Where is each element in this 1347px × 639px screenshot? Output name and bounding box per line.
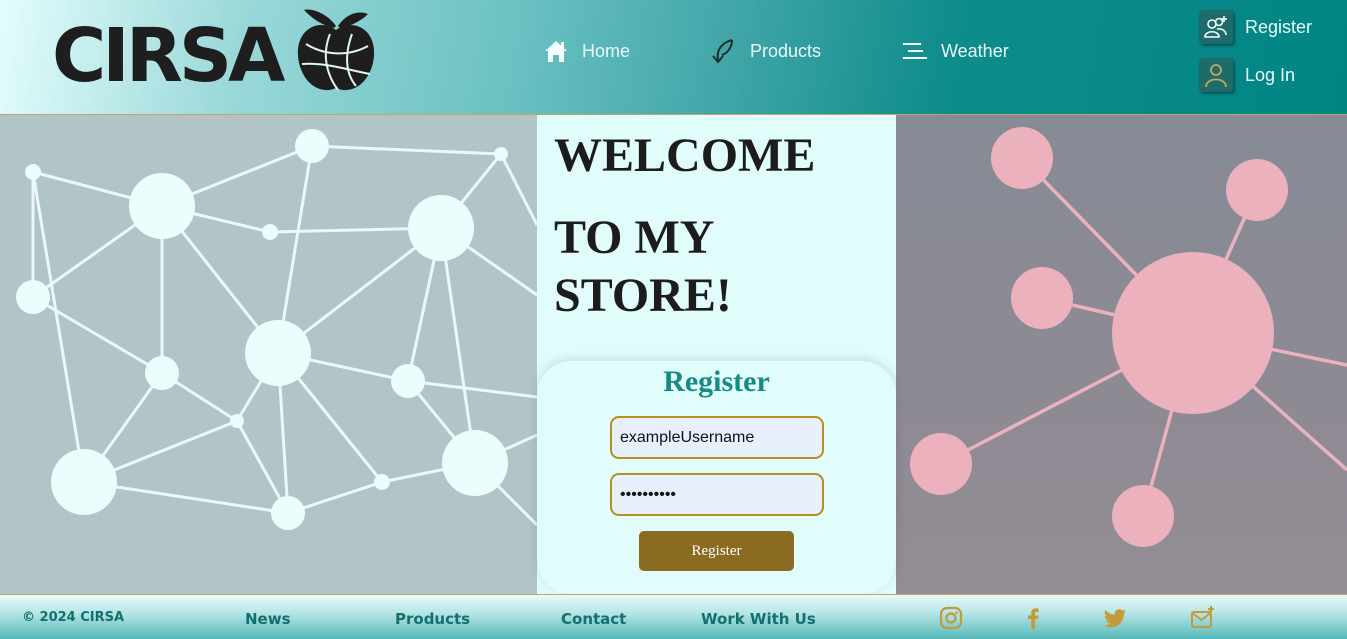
menu-lines-icon xyxy=(903,43,927,59)
site-header: CIRSA Home Products Weather Register Log… xyxy=(0,0,1347,115)
hero-section: WELCOME TO MY STORE! Register Register xyxy=(0,115,1347,594)
instagram-icon[interactable] xyxy=(938,605,964,631)
nav-products[interactable]: Products xyxy=(710,33,821,69)
login-link-label: Log In xyxy=(1245,64,1296,85)
register-form-title: Register xyxy=(663,365,770,398)
register-submit-button[interactable]: Register xyxy=(639,531,794,571)
register-link-label: Register xyxy=(1245,16,1313,37)
leaf-arrow-icon xyxy=(712,39,733,64)
nav-weather[interactable]: Weather xyxy=(901,33,1009,69)
cirsa-logo[interactable]: CIRSA xyxy=(52,8,377,100)
footer-link-news[interactable]: News xyxy=(245,610,291,628)
login-link[interactable]: Log In xyxy=(1199,58,1295,92)
password-input[interactable] xyxy=(610,473,824,516)
network-image-right xyxy=(896,115,1347,594)
welcome-subheading: TO MY STORE! xyxy=(554,211,732,322)
network-image-left xyxy=(0,115,537,594)
apple-logo-icon xyxy=(297,9,375,91)
footer-link-contact[interactable]: Contact xyxy=(561,610,626,628)
facebook-icon[interactable] xyxy=(1020,605,1046,631)
nav-products-label: Products xyxy=(750,40,822,61)
welcome-panel: WELCOME TO MY STORE! Register Register xyxy=(537,115,896,594)
welcome-heading: WELCOME xyxy=(554,129,816,182)
user-icon xyxy=(1199,58,1233,92)
copyright-text: © 2024 CIRSA xyxy=(22,610,125,625)
username-input[interactable] xyxy=(610,416,824,459)
nav-home[interactable]: Home xyxy=(542,33,630,69)
register-link[interactable]: Register xyxy=(1199,10,1312,44)
home-icon xyxy=(545,41,567,62)
mail-plus-icon[interactable] xyxy=(1190,605,1216,631)
footer-link-work-with-us[interactable]: Work With Us xyxy=(701,610,816,628)
footer-link-products[interactable]: Products xyxy=(395,610,470,628)
logo-text: CIRSA xyxy=(52,13,285,99)
nav-home-label: Home xyxy=(582,40,631,61)
add-users-icon xyxy=(1199,10,1233,44)
site-footer: © 2024 CIRSA News Products Contact Work … xyxy=(0,594,1347,639)
twitter-icon[interactable] xyxy=(1102,605,1128,631)
nav-weather-label: Weather xyxy=(941,40,1009,61)
